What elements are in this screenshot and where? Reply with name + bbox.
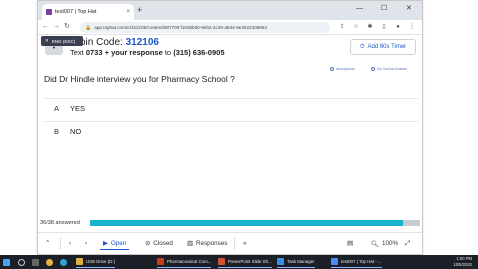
timer-label: Add 60s Timer	[367, 44, 407, 50]
end-esc-label: END (ESC)	[51, 38, 76, 44]
end-presentation-button[interactable]: ✕ END (ESC)	[41, 36, 83, 46]
taskbar-item-label: test007 | Top Hat - ...	[341, 259, 382, 264]
answer-option-b[interactable]: B NO	[44, 121, 418, 141]
forward-icon[interactable]: →	[53, 22, 60, 32]
caption-icon[interactable]: ▤	[344, 237, 356, 250]
minimize-button[interactable]: —	[356, 4, 363, 14]
responses-button[interactable]: ▥ Responses	[184, 237, 230, 250]
tab-close-icon[interactable]: ×	[126, 9, 130, 15]
collapse-chevron-up-icon[interactable]: ⌃	[42, 237, 53, 250]
sms-instructions: Text 0733 + your response to (315) 636-0…	[70, 48, 225, 57]
join-code-value: 312106	[125, 37, 159, 48]
share-icon[interactable]: ⇪	[338, 23, 346, 31]
no-correct-answer-flag: No Correct Answer	[371, 67, 407, 71]
anonymous-icon	[330, 67, 334, 71]
close-icon: ✕	[45, 38, 49, 43]
powerpoint-icon	[157, 258, 164, 265]
close-question-button[interactable]: ⊘ Closed	[142, 237, 176, 250]
no-correct-label: No Correct Answer	[377, 67, 408, 71]
address-bar: ← → ↻ 🔒 app.tophat.com/e/312106/content/…	[38, 20, 422, 35]
taskbar-item-label: Task Manager	[287, 259, 315, 264]
profile-icon[interactable]: ●	[394, 23, 402, 31]
fullscreen-icon[interactable]: ⤢	[402, 237, 413, 250]
taskbar-item-label: PowerPoint Slide Sh...	[228, 259, 272, 264]
open-question-button[interactable]: ▶ Open	[100, 237, 130, 250]
progress-bar-fill	[90, 220, 403, 226]
divider	[60, 237, 61, 250]
sms-code: 0733 + your response	[85, 48, 163, 57]
maximize-button[interactable]: ☐	[381, 4, 387, 14]
divider	[234, 237, 235, 250]
taskbar-item-usb-drive[interactable]: USB Drive (D:)	[76, 256, 116, 268]
double-chevron-icon[interactable]: »	[240, 237, 250, 250]
progress-bar	[90, 220, 420, 226]
tab-title: test007 | Top Hat	[55, 9, 97, 15]
back-icon[interactable]: ←	[42, 22, 49, 32]
zoom-level: 100%	[382, 240, 399, 247]
answer-text: NO	[70, 127, 82, 136]
edge-icon[interactable]	[60, 256, 67, 268]
taskbar-item-label: Pharmaceutical Com...	[167, 259, 212, 264]
taskbar-item-slideshow[interactable]: PowerPoint Slide Sh...	[218, 256, 272, 268]
presentation-toolbar: ⌃ ‹ › ▶ Open ⊘ Closed ▥ Responses » ▤ 🔍︎…	[38, 232, 422, 253]
clock-date: 10/5/2022	[453, 262, 472, 267]
chart-icon: ▥	[187, 240, 193, 247]
previous-chevron-icon[interactable]: ‹	[66, 237, 74, 250]
open-label: Open	[110, 239, 127, 247]
play-icon: ▶	[103, 239, 108, 247]
answer-text: YES	[70, 104, 86, 113]
windows-start-icon[interactable]	[3, 256, 10, 268]
tab-strip: test007 | Top Hat × + — ☐ ✕	[38, 1, 422, 20]
bookmark-star-icon[interactable]: ☆	[352, 23, 360, 31]
taskbar-item-pharmaceutical[interactable]: Pharmaceutical Com...	[157, 256, 212, 268]
answer-letter: B	[54, 127, 60, 136]
new-tab-button[interactable]: +	[137, 5, 142, 15]
task-view-icon[interactable]	[32, 256, 39, 268]
browser-icon	[331, 258, 338, 265]
folder-icon	[76, 258, 83, 265]
tophat-favicon	[46, 9, 52, 15]
taskbar-item-tophat[interactable]: test007 | Top Hat - ...	[331, 256, 382, 268]
sidebar-icon[interactable]: ▯	[380, 23, 388, 31]
menu-kebab-icon[interactable]: ⋮	[408, 23, 416, 31]
sms-number: (315) 636-0905	[173, 48, 225, 57]
chrome-icon[interactable]	[46, 256, 53, 268]
add-timer-button[interactable]: ⏱ Add 60s Timer	[350, 39, 416, 55]
join-code: Join Code: 312106	[75, 37, 159, 48]
answer-option-a[interactable]: A YES	[44, 98, 418, 118]
system-clock[interactable]: 1:00 PM 10/5/2022	[453, 256, 472, 268]
magnifier-icon: 🔍︎	[371, 240, 379, 248]
zoom-control[interactable]: 🔍︎ 100%	[368, 237, 401, 250]
reload-icon[interactable]: ↻	[64, 22, 70, 32]
presenter-avatar: •	[45, 45, 63, 55]
taskbar-item-task-manager[interactable]: Task Manager	[277, 256, 315, 268]
url-text: app.tophat.com/e/312106/content/907700:f…	[94, 25, 267, 30]
anonymous-label: Anonymous	[336, 67, 355, 71]
responses-label: Responses	[195, 240, 228, 247]
response-progress: 36/38 answered	[38, 217, 422, 228]
sms-prefix: Text	[70, 48, 86, 57]
windows-taskbar: USB Drive (D:) Pharmaceutical Com... Pow…	[0, 255, 478, 269]
lock-icon: 🔒	[85, 24, 92, 31]
answered-count: 36/38 answered	[40, 219, 80, 226]
sms-to: to	[162, 48, 174, 57]
browser-tab[interactable]: test007 | Top Hat ×	[42, 4, 134, 20]
taskbar-item-label: USB Drive (D:)	[86, 259, 116, 264]
anonymous-flag: Anonymous	[330, 67, 355, 71]
task-manager-icon	[277, 258, 284, 265]
stopwatch-icon: ⏱	[359, 43, 365, 50]
slideshow-icon	[218, 258, 225, 265]
next-chevron-icon[interactable]: ›	[82, 237, 90, 250]
url-field[interactable]: 🔒 app.tophat.com/e/312106/content/907700…	[80, 22, 330, 33]
search-icon[interactable]	[18, 256, 25, 268]
extensions-icon[interactable]: ✱	[366, 23, 374, 31]
question-text: Did Dr Hindle interview you for Pharmacy…	[44, 74, 235, 84]
closed-label: Closed	[153, 240, 173, 247]
block-icon: ⊘	[145, 240, 151, 247]
browser-window: test007 | Top Hat × + — ☐ ✕ ← → ↻ 🔒 app.…	[37, 0, 423, 255]
no-correct-icon	[371, 67, 375, 71]
answer-letter: A	[54, 104, 60, 113]
close-window-button[interactable]: ✕	[406, 4, 412, 14]
